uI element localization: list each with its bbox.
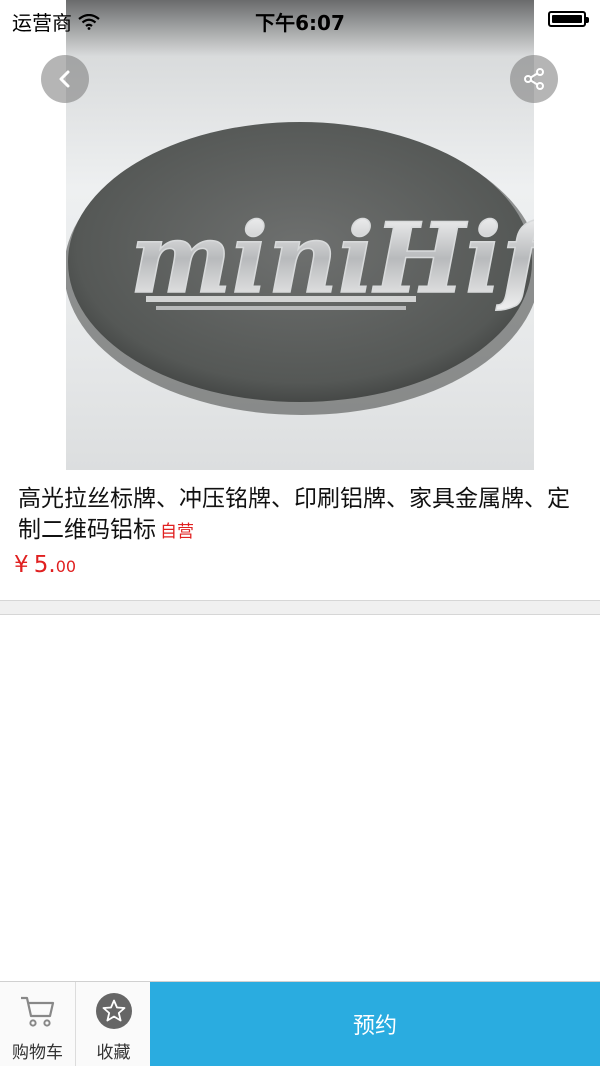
status-time: 下午6:07 [255, 11, 345, 35]
chevron-left-icon [59, 70, 70, 88]
product-photo: miniHifi [66, 0, 534, 470]
self-operated-badge: 自营 [160, 522, 194, 542]
product-title: 高光拉丝标牌、冲压铭牌、印刷铝牌、家具金属牌、定制二维码铝标 自营 [18, 484, 588, 548]
share-icon [524, 68, 544, 90]
price-integer: 5. [33, 552, 56, 578]
back-button[interactable] [41, 55, 89, 103]
price-decimal: 00 [55, 557, 77, 576]
star-icon [96, 993, 132, 1029]
favorite-label: 收藏 [96, 1043, 131, 1063]
bottom-action-bar: 购物车 收藏 预约 [0, 981, 600, 1066]
cart-label: 购物车 [12, 1043, 63, 1063]
book-button[interactable]: 预约 [150, 982, 600, 1066]
product-price: ¥ 5.00 [14, 552, 76, 578]
cart-icon [21, 996, 55, 1027]
price-currency: ¥ [14, 552, 29, 578]
product-photo-illustration: miniHifi [66, 122, 534, 415]
share-button[interactable] [510, 55, 558, 103]
battery-icon [548, 11, 589, 27]
product-image-area: miniHifi [0, 0, 600, 470]
status-bar: 运营商 下午6:07 [0, 0, 600, 40]
favorite-tab[interactable]: 收藏 [76, 982, 151, 1066]
cart-tab[interactable]: 购物车 [0, 982, 76, 1066]
section-divider [0, 600, 600, 615]
product-title-text: 高光拉丝标牌、冲压铭牌、印刷铝牌、家具金属牌、定制二维码铝标 [18, 486, 570, 543]
